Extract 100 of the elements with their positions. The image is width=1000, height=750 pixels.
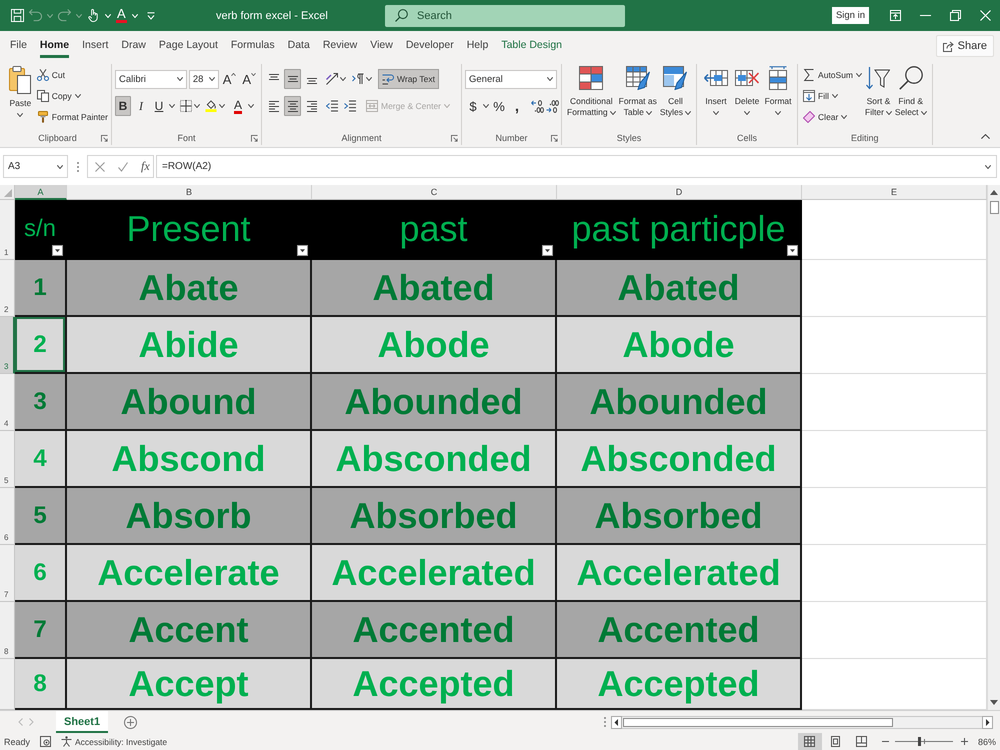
dialog-launcher-icon[interactable]: [251, 134, 258, 142]
ribbon-tab[interactable]: Help: [466, 31, 488, 58]
formula-field[interactable]: =ROW(A2): [156, 155, 997, 178]
shrink-font-button[interactable]: A: [240, 69, 258, 89]
bold-button[interactable]: B: [115, 96, 131, 116]
clear-button[interactable]: Clear: [803, 106, 862, 127]
grow-font-button[interactable]: A: [220, 69, 238, 89]
borders-icon[interactable]: [180, 100, 192, 112]
percent-button[interactable]: %: [491, 96, 507, 116]
caret-icon[interactable]: [194, 104, 200, 108]
macro-record-icon[interactable]: [40, 736, 52, 747]
row-header[interactable]: 4: [0, 374, 15, 431]
column-header[interactable]: D: [557, 185, 802, 200]
scroll-left-icon[interactable]: [611, 716, 622, 728]
row-header[interactable]: 8: [0, 602, 15, 659]
ribbon-display-icon[interactable]: [890, 10, 901, 21]
paint-bucket-icon[interactable]: [205, 100, 217, 112]
caret-icon[interactable]: [169, 104, 175, 108]
cancel-icon[interactable]: [95, 162, 105, 172]
add-sheet-icon[interactable]: [124, 716, 138, 728]
plus-icon[interactable]: [960, 738, 968, 745]
ribbon-tab[interactable]: Draw: [121, 31, 146, 58]
caret-icon[interactable]: [985, 164, 991, 168]
format-button[interactable]: Format: [764, 64, 792, 131]
save-icon[interactable]: [11, 9, 24, 22]
dialog-launcher-icon[interactable]: [551, 134, 558, 142]
row-header[interactable]: 1: [0, 200, 15, 260]
column-header[interactable]: A: [15, 185, 67, 200]
name-box[interactable]: A3: [3, 155, 68, 178]
ribbon-tab[interactable]: Formulas: [230, 31, 275, 58]
diagonal-arrow-icon[interactable]: [326, 73, 338, 85]
autosum-button[interactable]: AutoSum: [803, 64, 862, 85]
pilcrow-icon[interactable]: [352, 73, 364, 85]
paste-button[interactable]: Paste: [7, 64, 34, 131]
search-field[interactable]: Search: [385, 4, 625, 26]
ribbon-tab[interactable]: Insert: [82, 31, 108, 58]
filter-dropdown-icon[interactable]: [542, 245, 553, 256]
accessibility-icon[interactable]: [61, 736, 72, 747]
accessibility-status-button[interactable]: Accessibility: Investigate: [75, 736, 168, 746]
column-header[interactable]: B: [67, 185, 312, 200]
decrease-decimal-icon[interactable]: [546, 100, 559, 112]
cut-button[interactable]: Cut: [36, 64, 108, 85]
close-icon[interactable]: [980, 10, 991, 21]
find-select-button[interactable]: Find & Select: [894, 64, 927, 131]
filter-dropdown-icon[interactable]: [52, 245, 63, 256]
decrease-indent-icon[interactable]: [326, 100, 338, 112]
filter-dropdown-icon[interactable]: [787, 245, 798, 256]
share-button[interactable]: Share: [936, 35, 994, 57]
middle-align-button[interactable]: [284, 69, 301, 89]
increase-decimal-icon[interactable]: [531, 100, 544, 112]
format-painter-button[interactable]: Format Painter: [36, 106, 108, 127]
ribbon-tab[interactable]: File: [10, 31, 27, 58]
fill-button[interactable]: Fill: [803, 85, 862, 106]
underline-button[interactable]: U: [151, 96, 167, 116]
horizontal-scrollbar[interactable]: [622, 716, 982, 728]
sheet-tab[interactable]: Sheet1: [56, 711, 108, 733]
insert-button[interactable]: Insert: [702, 64, 730, 131]
ribbon-tab[interactable]: Review: [322, 31, 358, 58]
scroll-down-icon[interactable]: [990, 700, 998, 705]
conditional-formatting-button[interactable]: Conditional Formatting: [567, 64, 616, 131]
scrollbar-thumb[interactable]: [623, 718, 893, 726]
dialog-launcher-icon[interactable]: [451, 134, 458, 142]
ribbon-tab[interactable]: Developer: [406, 31, 454, 58]
caret-icon[interactable]: [340, 77, 346, 81]
ribbon-tab[interactable]: Table Design: [501, 31, 562, 58]
row-header[interactable]: 2: [0, 260, 15, 317]
ribbon-tab[interactable]: Page Layout: [158, 31, 218, 58]
wrap-text-button[interactable]: Wrap Text: [378, 69, 439, 89]
sort-filter-button[interactable]: Sort & Filter: [865, 64, 892, 131]
font-name-field[interactable]: Calibri: [115, 70, 187, 88]
sign-in-button[interactable]: Sign in: [832, 7, 869, 24]
delete-button[interactable]: Delete: [733, 64, 762, 131]
currency-button[interactable]: $: [465, 96, 481, 116]
caret-icon[interactable]: [219, 104, 225, 108]
zoom-level-button[interactable]: 86%: [978, 736, 996, 746]
copy-button[interactable]: Copy: [36, 85, 108, 106]
column-header[interactable]: E: [802, 185, 987, 200]
center-align-button[interactable]: [284, 96, 301, 116]
scrollbar-thumb[interactable]: [990, 201, 998, 214]
format-as-table-button[interactable]: Format as Table: [618, 64, 657, 131]
row-header[interactable]: 7: [0, 545, 15, 602]
hand-icon[interactable]: [87, 9, 100, 22]
customize-menu-icon[interactable]: [146, 12, 155, 20]
column-header[interactable]: C: [312, 185, 557, 200]
filter-dropdown-icon[interactable]: [297, 245, 308, 256]
row-header[interactable]: 5: [0, 431, 15, 488]
row-header[interactable]: 6: [0, 488, 15, 545]
font-color-button[interactable]: A: [230, 96, 246, 116]
insert-function-button[interactable]: fx: [141, 159, 150, 174]
minus-icon[interactable]: [882, 738, 889, 745]
normal-view-button[interactable]: [798, 733, 822, 750]
scroll-up-icon[interactable]: [990, 190, 998, 195]
row-header[interactable]: 3: [0, 317, 15, 374]
italic-button[interactable]: I: [133, 96, 149, 116]
increase-indent-icon[interactable]: [344, 100, 356, 112]
font-color-button[interactable]: A: [116, 8, 127, 24]
ribbon-tab[interactable]: Data: [288, 31, 310, 58]
scroll-right-icon[interactable]: [982, 716, 993, 728]
chevron-up-icon[interactable]: [981, 134, 990, 139]
dialog-launcher-icon[interactable]: [101, 134, 108, 142]
